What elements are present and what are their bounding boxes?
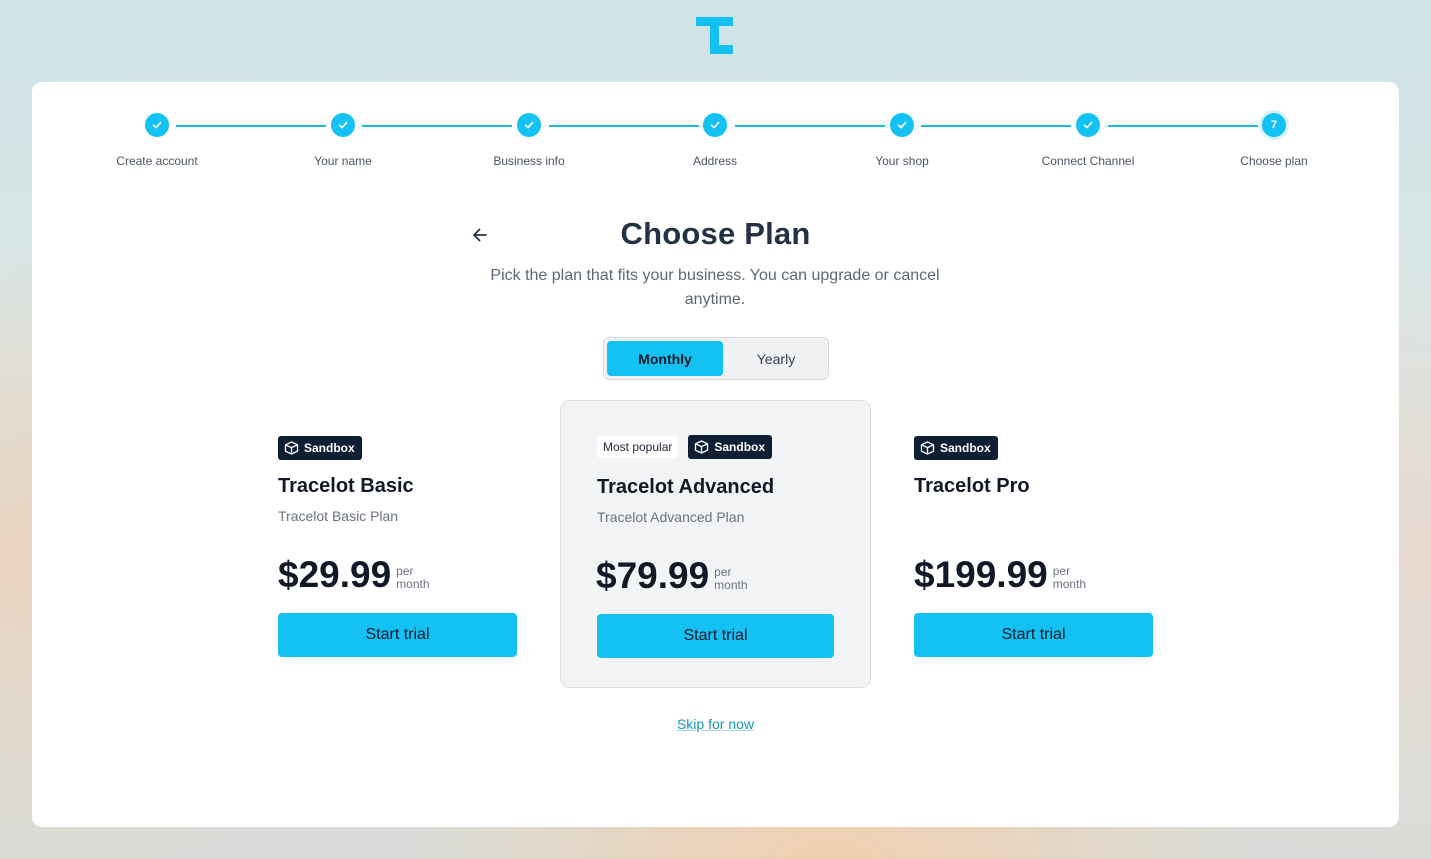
step-number: 7	[1262, 113, 1286, 137]
cube-icon	[284, 441, 299, 455]
price-period: per month	[396, 565, 429, 591]
skip-for-now-link[interactable]: Skip for now	[32, 716, 1399, 732]
sandbox-badge: Sandbox	[278, 436, 362, 460]
sandbox-label: Sandbox	[714, 440, 766, 454]
period-month: month	[1052, 577, 1087, 591]
step-connect-channel[interactable]: Connect Channel	[1008, 113, 1168, 168]
step-label: Business info	[493, 154, 565, 168]
step-label: Create account	[116, 154, 198, 168]
page-title: Choose Plan	[620, 216, 811, 251]
step-your-shop[interactable]: Your shop	[822, 113, 982, 168]
billing-period-toggle: Monthly Yearly	[603, 337, 829, 380]
plan-name: Tracelot Basic	[278, 475, 414, 497]
check-icon	[890, 113, 914, 137]
step-label: Address	[692, 154, 738, 168]
price-row: $199.99 per month	[914, 556, 1086, 594]
sandbox-badge: Sandbox	[688, 435, 773, 459]
toggle-yearly[interactable]: Yearly	[726, 341, 826, 376]
onboarding-card: Create account Your name Business info A…	[32, 82, 1399, 827]
price-row: $29.99 per month	[278, 556, 430, 594]
step-label: Connect Channel	[1041, 154, 1135, 168]
most-popular-badge: Most popular	[597, 436, 679, 458]
plan-name: Tracelot Advanced	[597, 476, 775, 498]
step-address[interactable]: Address	[635, 113, 795, 168]
sandbox-label: Sandbox	[940, 441, 991, 455]
page-subtitle: Pick the plan that fits your business. Y…	[490, 267, 940, 308]
step-choose-plan: 7 Choose plan	[1194, 113, 1354, 168]
start-trial-button-pro[interactable]: Start trial	[914, 613, 1153, 657]
step-business-info[interactable]: Business info	[449, 113, 609, 168]
start-trial-button-advanced[interactable]: Start trial	[597, 614, 834, 658]
plan-description: Tracelot Advanced Plan	[597, 509, 745, 525]
sandbox-badge: Sandbox	[914, 436, 998, 460]
price-row: $79.99 per month	[596, 557, 748, 595]
plan-price: $29.99	[278, 554, 392, 595]
plan-description: Tracelot Basic Plan	[278, 508, 399, 524]
progress-stepper: Create account Your name Business info A…	[32, 82, 1399, 182]
check-icon	[145, 113, 169, 137]
price-period: per month	[1053, 565, 1086, 591]
step-your-name[interactable]: Your name	[263, 113, 423, 168]
plan-name: Tracelot Pro	[914, 475, 1030, 497]
toggle-monthly[interactable]: Monthly	[607, 341, 723, 376]
check-icon	[1076, 113, 1100, 137]
start-trial-button-basic[interactable]: Start trial	[278, 613, 517, 657]
period-month: month	[396, 577, 430, 591]
step-label: Choose plan	[1240, 154, 1308, 168]
period-month: month	[714, 578, 748, 592]
plan-price: $79.99	[596, 555, 710, 596]
plan-card-advanced: Most popular Sandbox Tracelot Advanced T…	[560, 400, 871, 688]
plan-price: $199.99	[914, 554, 1048, 595]
plan-card-pro: Sandbox Tracelot Pro $199.99 per month S…	[914, 400, 1153, 660]
plan-card-basic: Sandbox Tracelot Basic Tracelot Basic Pl…	[278, 400, 517, 660]
cube-icon	[920, 441, 935, 455]
check-icon	[703, 113, 727, 137]
check-icon	[331, 113, 355, 137]
cube-icon	[695, 440, 709, 454]
tracelot-logo-icon	[696, 17, 733, 54]
step-label: Your shop	[875, 154, 929, 168]
step-create-account[interactable]: Create account	[77, 113, 237, 168]
sandbox-label: Sandbox	[304, 441, 355, 455]
price-period: per month	[714, 566, 747, 592]
check-icon	[517, 113, 541, 137]
step-label: Your name	[314, 154, 372, 168]
